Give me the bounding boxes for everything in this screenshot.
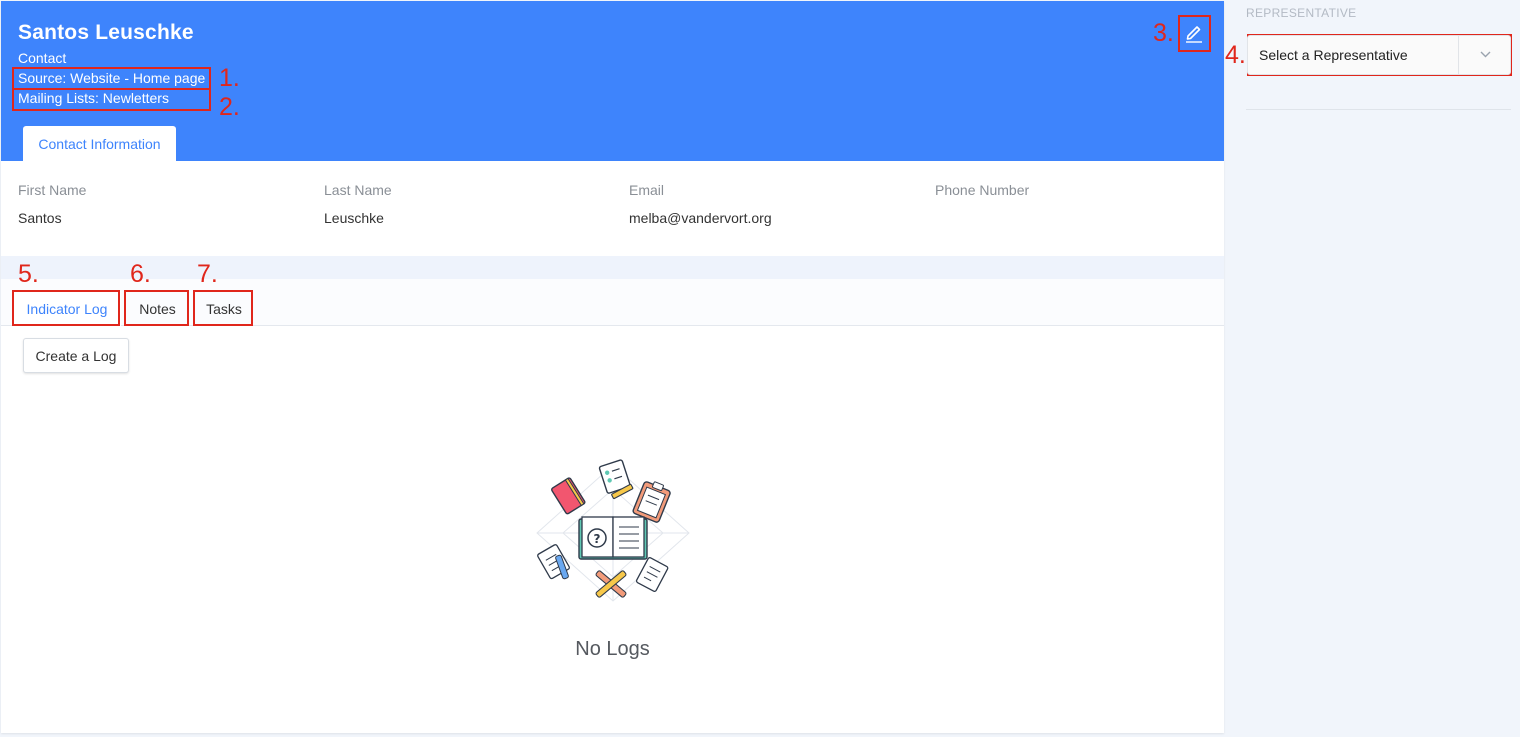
first-name-label: First Name — [18, 182, 87, 198]
chevron-down-icon[interactable] — [1458, 36, 1511, 74]
annotation-box-edit — [1178, 15, 1211, 52]
contact-type: Contact — [18, 50, 67, 66]
create-log-button[interactable]: Create a Log — [23, 338, 129, 373]
annotation-label-2: 2. — [219, 93, 240, 121]
email-value: melba@vandervort.org — [629, 210, 772, 226]
email-label: Email — [629, 182, 665, 198]
annotation-label-7: 7. — [197, 260, 218, 288]
annotation-label-5: 5. — [18, 260, 39, 288]
section-divider — [1, 256, 1224, 279]
phone-number-label: Phone Number — [935, 182, 1030, 198]
last-name-value: Leuschke — [324, 210, 384, 226]
annotation-label-4: 4. — [1225, 41, 1246, 69]
annotation-box-tasks — [193, 290, 253, 326]
empty-state-text: No Logs — [575, 638, 650, 660]
annotation-label-1: 1. — [219, 64, 240, 92]
last-name-label: Last Name — [324, 182, 392, 198]
sidebar-divider — [1246, 109, 1511, 110]
svg-text:?: ? — [594, 532, 601, 546]
annotation-label-6: 6. — [130, 260, 151, 288]
contact-name: Santos Leuschke — [18, 21, 194, 44]
annotation-box-notes — [124, 290, 189, 326]
tab-contact-information[interactable]: Contact Information — [23, 126, 176, 162]
representative-select[interactable]: Select a Representative — [1247, 35, 1511, 75]
annotation-box-mailing-lists — [12, 88, 211, 111]
first-name-value: Santos — [18, 210, 62, 226]
representative-select-value: Select a Representative — [1259, 47, 1408, 63]
representative-label: REPRESENTATIVE — [1246, 6, 1357, 20]
annotation-box-indicator-log — [12, 290, 120, 326]
annotation-box-source — [12, 67, 211, 90]
empty-logs-illustration: ? — [529, 459, 697, 607]
annotation-label-3: 3. — [1153, 19, 1174, 47]
